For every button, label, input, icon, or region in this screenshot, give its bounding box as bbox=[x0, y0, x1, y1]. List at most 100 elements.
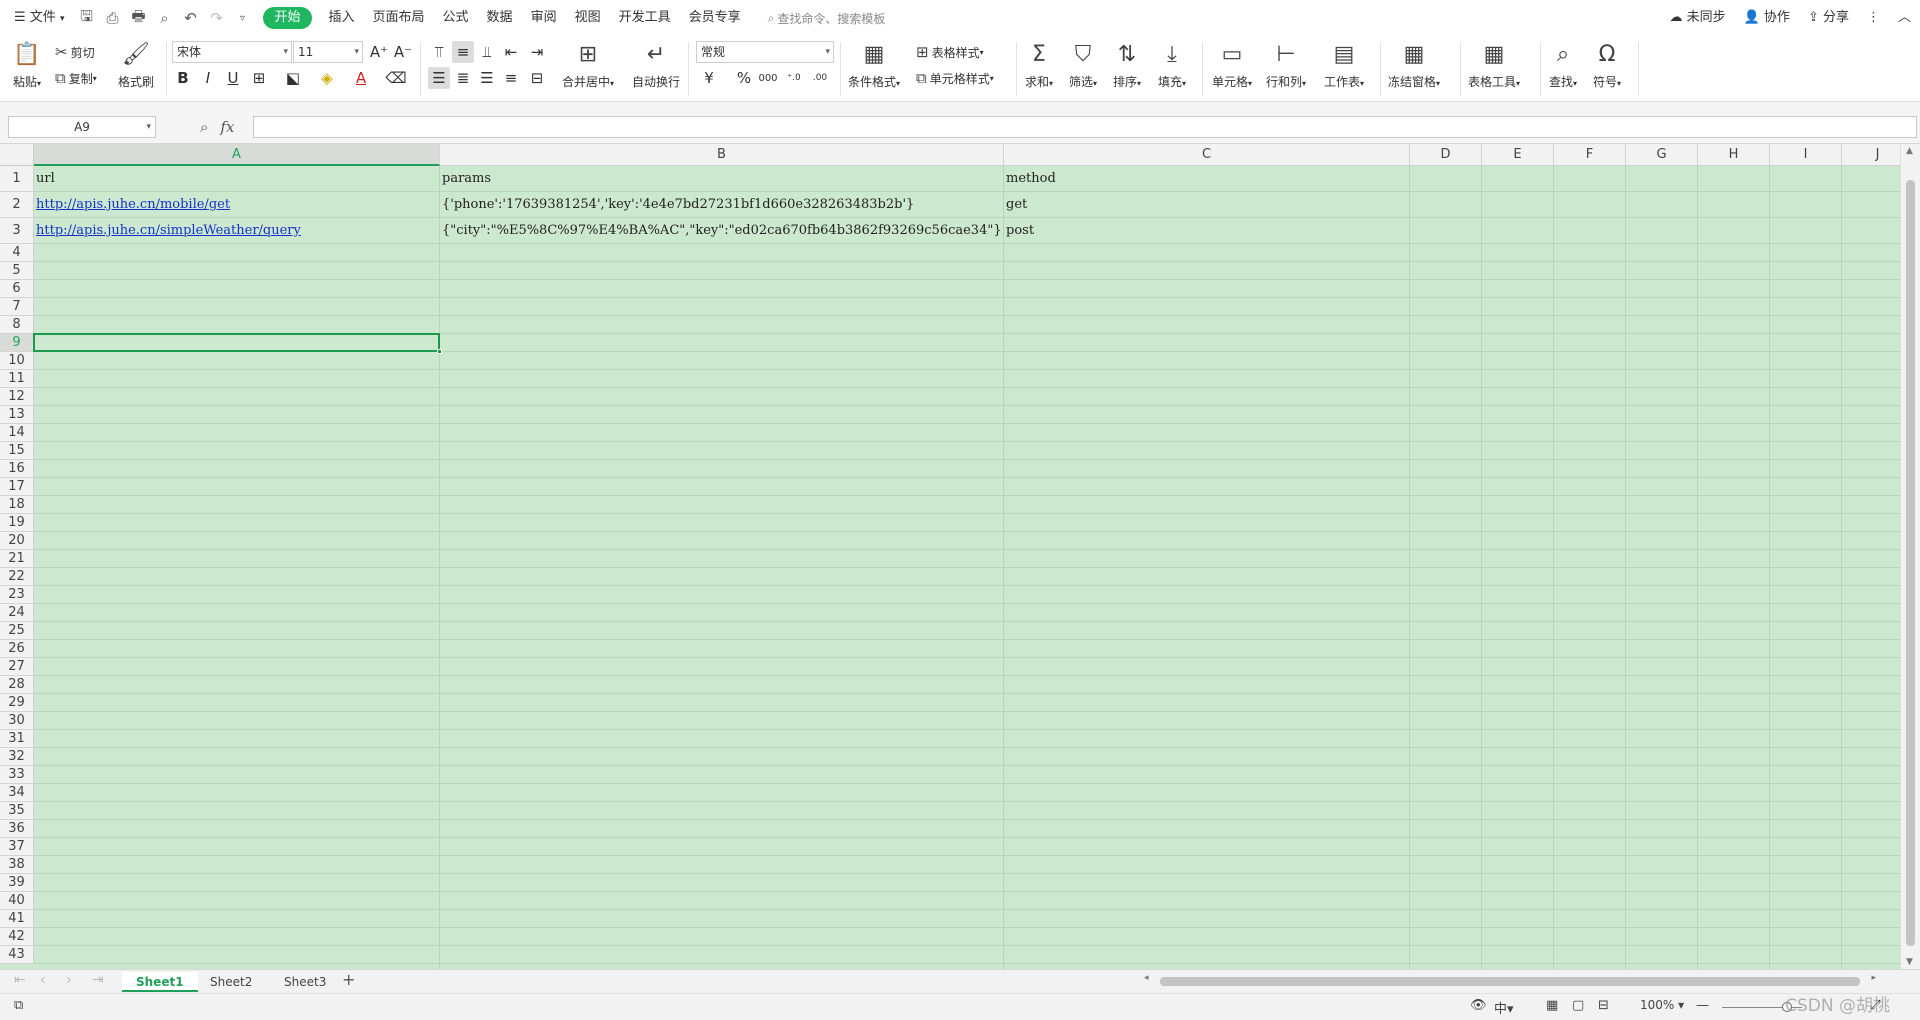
row-header-20[interactable]: 20 bbox=[0, 532, 34, 550]
customize-quick-access-icon[interactable]: ▿ bbox=[229, 0, 255, 36]
decrease-indent-icon[interactable]: ⇤ bbox=[500, 41, 522, 63]
select-all-corner[interactable] bbox=[0, 144, 34, 166]
paste-button[interactable]: 📋 粘贴▾ bbox=[12, 39, 42, 90]
next-sheet-icon[interactable]: › bbox=[66, 972, 72, 988]
cell-c2[interactable]: get bbox=[1004, 192, 1410, 218]
scroll-left-icon[interactable]: ◂ bbox=[1144, 973, 1149, 983]
last-sheet-icon[interactable]: ⇥ bbox=[92, 972, 104, 988]
rows-cols-button[interactable]: ⊢ 行和列▾ bbox=[1266, 39, 1306, 90]
more-icon[interactable]: ⋮ bbox=[1858, 0, 1889, 36]
cut-button[interactable]: ✂ 剪切 bbox=[55, 41, 95, 63]
sort-button[interactable]: ⇅ 排序▾ bbox=[1112, 39, 1142, 90]
row-header-6[interactable]: 6 bbox=[0, 280, 34, 298]
normal-view-icon[interactable]: ▦ bbox=[1546, 998, 1558, 1013]
filter-button[interactable]: ⛉ 筛选▾ bbox=[1068, 39, 1098, 90]
cell-b1[interactable]: params bbox=[440, 166, 1004, 192]
column-header-b[interactable]: B bbox=[440, 144, 1004, 166]
scroll-right-icon[interactable]: ▸ bbox=[1871, 973, 1876, 983]
row-header-34[interactable]: 34 bbox=[0, 784, 34, 802]
scroll-up-icon[interactable]: ▲ bbox=[1906, 146, 1913, 156]
freeze-panes-button[interactable]: ▦ 冻结窗格▾ bbox=[1388, 39, 1440, 90]
row-header-19[interactable]: 19 bbox=[0, 514, 34, 532]
justify-icon[interactable]: ≡ bbox=[500, 67, 522, 89]
cell-a1[interactable]: url bbox=[34, 166, 440, 192]
row-header-37[interactable]: 37 bbox=[0, 838, 34, 856]
print-preview-icon[interactable]: ⌕ bbox=[151, 0, 177, 36]
fill-handle[interactable] bbox=[437, 349, 442, 354]
cells-button[interactable]: ▭ 单元格▾ bbox=[1212, 39, 1252, 90]
decrease-decimal-icon[interactable]: .00 bbox=[809, 67, 831, 89]
row-header-28[interactable]: 28 bbox=[0, 676, 34, 694]
insert-function-icon[interactable]: fx bbox=[220, 118, 234, 136]
tab-page-layout[interactable]: 页面布局 bbox=[364, 0, 434, 36]
macro-record-icon[interactable]: ⧉ bbox=[14, 998, 23, 1013]
cell-c1[interactable]: method bbox=[1004, 166, 1410, 192]
column-header-g[interactable]: G bbox=[1626, 144, 1698, 166]
scroll-down-icon[interactable]: ▼ bbox=[1906, 957, 1913, 967]
tab-member[interactable]: 会员专享 bbox=[680, 0, 750, 36]
tab-review[interactable]: 审阅 bbox=[522, 0, 566, 36]
align-bottom-icon[interactable]: ⫫ bbox=[476, 41, 498, 63]
number-format-select[interactable]: 常规 ▾ bbox=[696, 41, 834, 63]
first-sheet-icon[interactable]: ⇤ bbox=[14, 972, 26, 988]
scroll-thumb[interactable] bbox=[1906, 180, 1915, 946]
row-header-3[interactable]: 3 bbox=[0, 218, 34, 244]
find-button[interactable]: ⌕ 查找▾ bbox=[1548, 39, 1578, 90]
italic-icon[interactable]: I bbox=[197, 67, 219, 89]
sheet-tab-1[interactable]: Sheet1 bbox=[122, 972, 198, 992]
conditional-format-button[interactable]: ▦ 条件格式▾ bbox=[848, 39, 900, 90]
row-header-11[interactable]: 11 bbox=[0, 370, 34, 388]
name-box[interactable]: A9 ▾ bbox=[8, 116, 156, 138]
tab-formulas[interactable]: 公式 bbox=[434, 0, 478, 36]
horizontal-scrollbar[interactable]: ◂ ▸ bbox=[1140, 973, 1880, 987]
row-header-42[interactable]: 42 bbox=[0, 928, 34, 946]
row-header-7[interactable]: 7 bbox=[0, 298, 34, 316]
collapse-ribbon-icon[interactable]: ︿ bbox=[1889, 0, 1920, 36]
row-header-35[interactable]: 35 bbox=[0, 802, 34, 820]
vertical-scrollbar[interactable]: ▲ ▼ bbox=[1900, 144, 1920, 969]
format-painter-button[interactable]: 🖌 格式刷 bbox=[118, 39, 154, 90]
row-header-40[interactable]: 40 bbox=[0, 892, 34, 910]
tab-developer[interactable]: 开发工具 bbox=[610, 0, 680, 36]
cell-pattern-icon[interactable]: ⬕ bbox=[282, 67, 304, 89]
merge-center-button[interactable]: ⊞ 合并居中▾ bbox=[562, 39, 614, 90]
row-header-43[interactable]: 43 bbox=[0, 946, 34, 964]
input-method-icon[interactable]: 中▾ bbox=[1494, 998, 1514, 1017]
command-search[interactable]: ⌕ 查找命令、搜索模板 bbox=[768, 10, 886, 27]
row-header-38[interactable]: 38 bbox=[0, 856, 34, 874]
tab-home[interactable]: 开始 bbox=[263, 7, 312, 29]
font-size-select[interactable]: 11 ▾ bbox=[293, 41, 363, 63]
underline-icon[interactable]: U bbox=[222, 67, 244, 89]
border-icon[interactable]: ⊞ bbox=[248, 67, 270, 89]
fill-color-icon[interactable]: ◈ bbox=[316, 67, 338, 89]
worksheet-button[interactable]: ▤ 工作表▾ bbox=[1324, 39, 1364, 90]
sheet-tab-3[interactable]: Sheet3 bbox=[270, 972, 340, 992]
row-header-27[interactable]: 27 bbox=[0, 658, 34, 676]
redo-icon[interactable]: ↷ bbox=[203, 0, 229, 36]
column-header-d[interactable]: D bbox=[1410, 144, 1482, 166]
row-header-12[interactable]: 12 bbox=[0, 388, 34, 406]
share-button[interactable]: ⇪ 分享 bbox=[1799, 0, 1858, 36]
percent-icon[interactable]: % bbox=[733, 67, 755, 89]
export-pdf-icon[interactable]: ⎙ bbox=[99, 0, 125, 36]
row-header-10[interactable]: 10 bbox=[0, 352, 34, 370]
row-header-21[interactable]: 21 bbox=[0, 550, 34, 568]
table-style-button[interactable]: ⊞ 表格样式 ▾ bbox=[916, 41, 984, 63]
collab-button[interactable]: 👤 协作 bbox=[1735, 0, 1799, 36]
row-header-14[interactable]: 14 bbox=[0, 424, 34, 442]
align-middle-icon[interactable]: ≡ bbox=[452, 41, 474, 63]
row-header-2[interactable]: 2 bbox=[0, 192, 34, 218]
eye-protect-icon[interactable]: 👁 bbox=[1470, 998, 1487, 1013]
eraser-icon[interactable]: ⌫ bbox=[385, 67, 407, 89]
row-header-9[interactable]: 9 bbox=[0, 334, 34, 352]
row-header-18[interactable]: 18 bbox=[0, 496, 34, 514]
row-header-29[interactable]: 29 bbox=[0, 694, 34, 712]
sum-button[interactable]: Σ 求和▾ bbox=[1024, 39, 1054, 90]
distribute-icon[interactable]: ⊟ bbox=[526, 67, 548, 89]
save-icon[interactable]: 🖫 bbox=[73, 0, 99, 36]
column-header-e[interactable]: E bbox=[1482, 144, 1554, 166]
row-header-31[interactable]: 31 bbox=[0, 730, 34, 748]
print-icon[interactable]: 🖶 bbox=[125, 0, 151, 36]
bold-icon[interactable]: B bbox=[172, 67, 194, 89]
row-header-8[interactable]: 8 bbox=[0, 316, 34, 334]
